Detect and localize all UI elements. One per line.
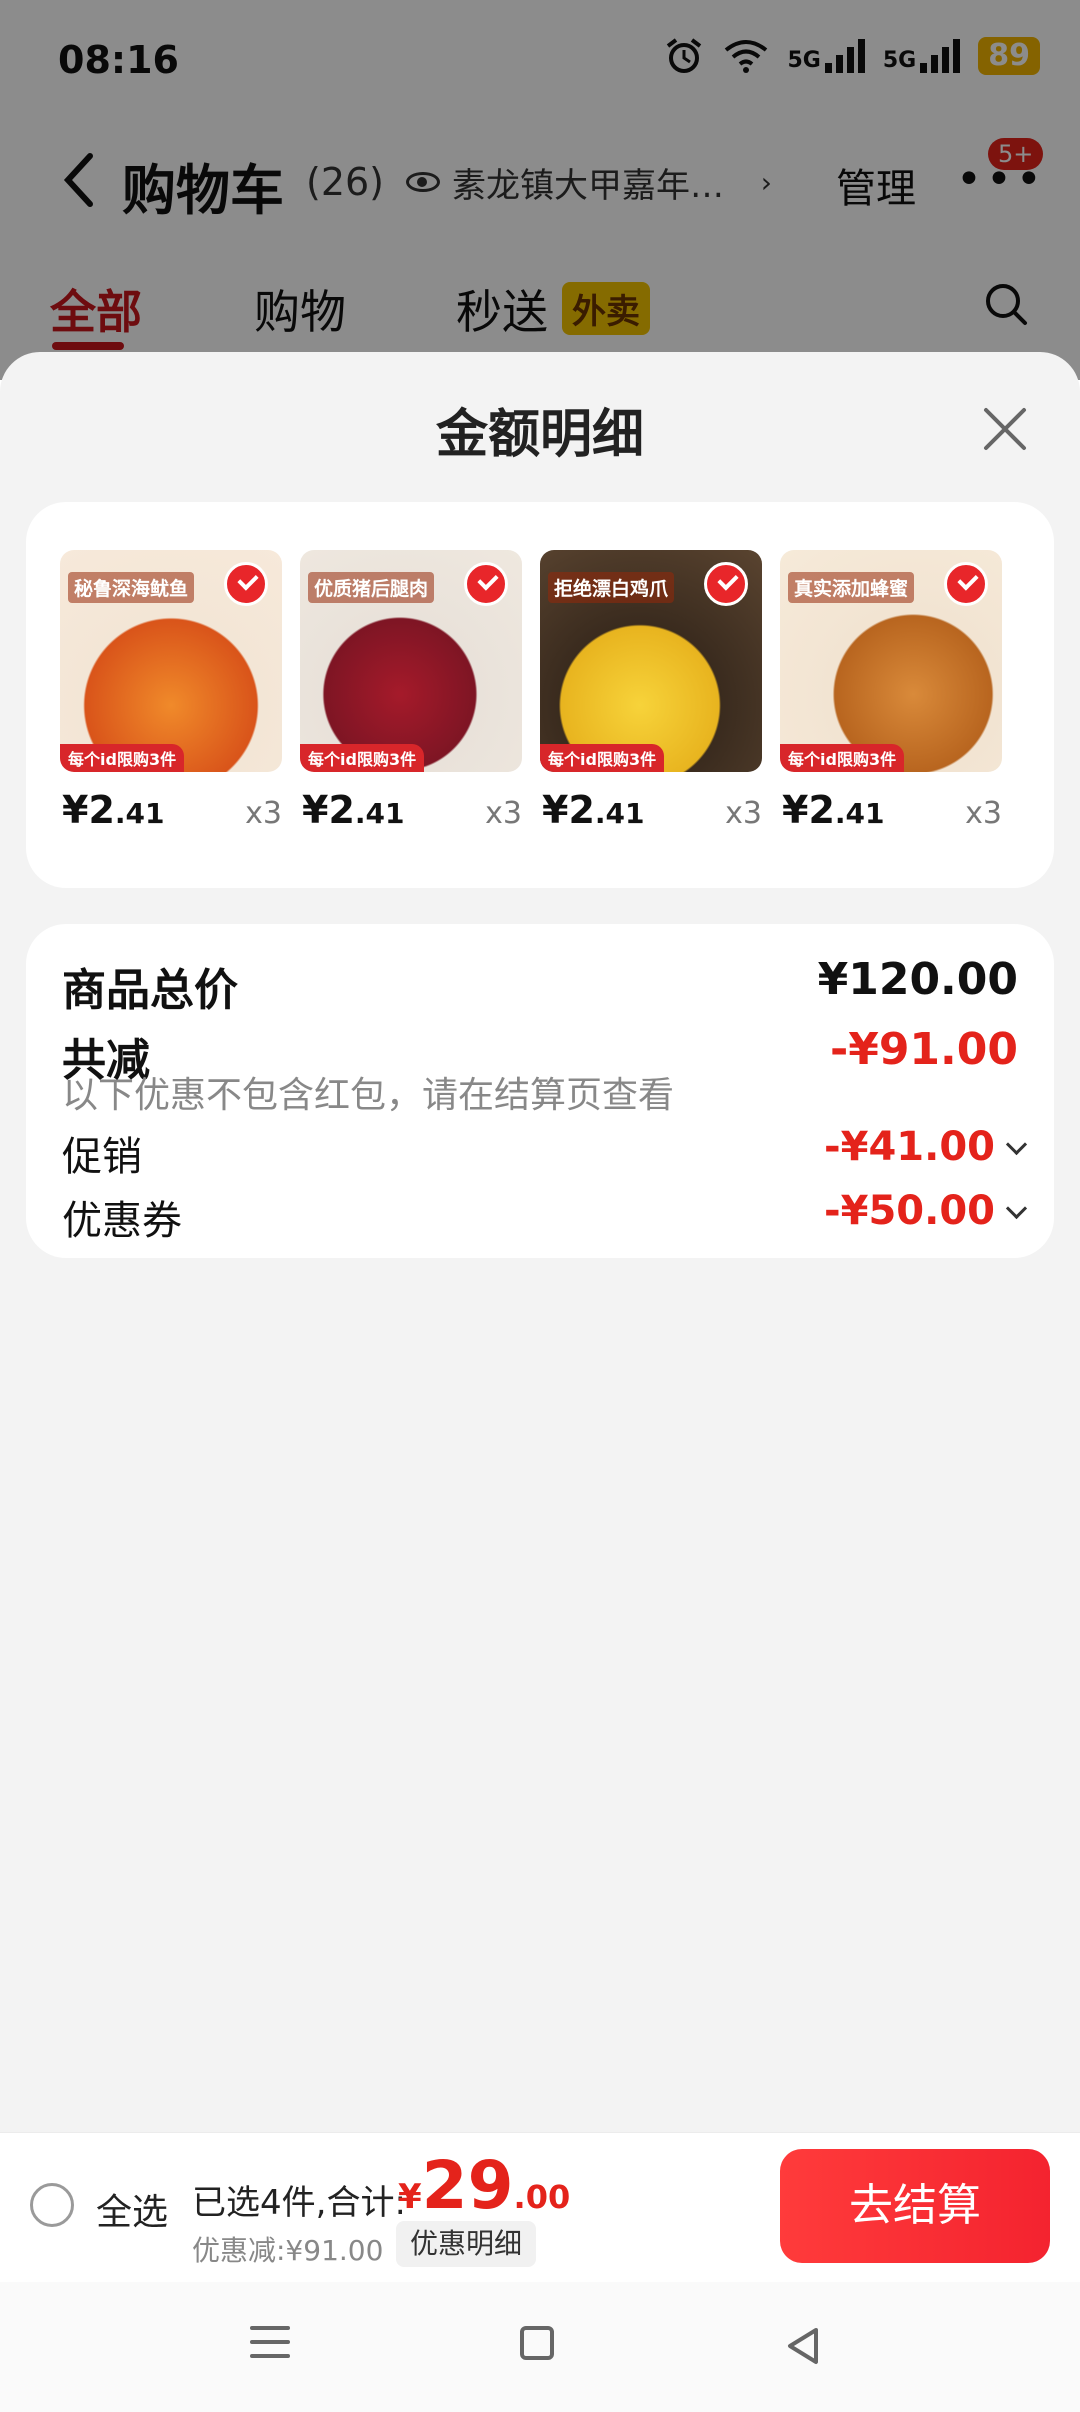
product-title: 优质猪后腿肉 <box>308 572 435 603</box>
system-navigation-bar <box>0 2282 1080 2412</box>
total-integer: 29 <box>421 2147 514 2224</box>
price-integer: ¥2 <box>62 788 115 832</box>
selected-products-card: 秘鲁深海鱿鱼 每个id限购3件 ¥2.41 x3 优质猪后腿肉 每个id限购3件… <box>26 502 1054 888</box>
selected-count-text: 已选4件,合计: <box>192 2183 406 2223</box>
coupon-value: -¥50.00 <box>824 1188 995 1234</box>
product-image: 秘鲁深海鱿鱼 每个id限购3件 <box>60 550 282 772</box>
product-price: ¥2.41 <box>62 788 165 832</box>
product-title: 拒绝漂白鸡爪 <box>548 572 675 603</box>
total-decimal: .00 <box>513 2178 571 2216</box>
price-decimal: .41 <box>114 797 165 830</box>
promotion-value: -¥41.00 <box>824 1124 995 1170</box>
checked-icon <box>224 562 268 606</box>
price-integer: ¥2 <box>302 788 355 832</box>
price-integer: ¥2 <box>782 788 835 832</box>
purchase-limit-label: 每个id限购3件 <box>300 744 425 772</box>
total-currency: ¥ <box>398 2177 422 2217</box>
total-price: ¥29.00 <box>398 2147 570 2224</box>
price-decimal: .41 <box>594 797 645 830</box>
back-triangle-icon[interactable] <box>784 2326 824 2366</box>
purchase-limit-label: 每个id限购3件 <box>60 744 185 772</box>
amount-detail-sheet: 金额明细 秘鲁深海鱿鱼 每个id限购3件 ¥2.41 x3 优质猪后腿肉 每个i… <box>0 352 1080 2136</box>
coupon-label: 优惠券 <box>62 1198 182 1244</box>
product-item[interactable]: 优质猪后腿肉 每个id限购3件 ¥2.41 x3 <box>300 550 522 840</box>
product-image: 真实添加蜂蜜 每个id限购3件 <box>780 550 1002 772</box>
purchase-limit-label: 每个id限购3件 <box>540 744 665 772</box>
checked-icon <box>464 562 508 606</box>
discount-text: 优惠减:¥91.00 <box>192 2234 384 2267</box>
product-quantity: x3 <box>245 796 282 831</box>
home-icon[interactable] <box>520 2326 554 2360</box>
product-image: 优质猪后腿肉 每个id限购3件 <box>300 550 522 772</box>
product-title: 真实添加蜂蜜 <box>788 572 915 603</box>
promotion-label: 促销 <box>62 1134 142 1180</box>
sheet-title: 金额明细 <box>435 405 644 465</box>
product-image: 拒绝漂白鸡爪 每个id限购3件 <box>540 550 762 772</box>
menu-icon[interactable] <box>250 2326 290 2368</box>
goods-total-label: 商品总价 <box>62 965 238 1016</box>
product-item[interactable]: 真实添加蜂蜜 每个id限购3件 ¥2.41 x3 <box>780 550 1002 840</box>
purchase-limit-label: 每个id限购3件 <box>780 744 905 772</box>
price-decimal: .41 <box>354 797 405 830</box>
product-item[interactable]: 秘鲁深海鱿鱼 每个id限购3件 ¥2.41 x3 <box>60 550 282 840</box>
chevron-down-icon <box>1005 1133 1028 1156</box>
product-quantity: x3 <box>965 796 1002 831</box>
product-quantity: x3 <box>485 796 522 831</box>
modal-overlay[interactable] <box>0 0 1080 380</box>
close-icon[interactable] <box>980 404 1030 454</box>
product-price: ¥2.41 <box>302 788 405 832</box>
checkout-button[interactable]: 去结算 <box>780 2149 1050 2263</box>
checked-icon <box>704 562 748 606</box>
price-decimal: .41 <box>834 797 885 830</box>
product-price: ¥2.41 <box>542 788 645 832</box>
promotion-row[interactable]: -¥41.00 <box>824 1124 1028 1170</box>
reduction-note: 以下优惠不包含红包，请在结算页查看 <box>62 1075 675 1116</box>
checked-icon <box>944 562 988 606</box>
product-price: ¥2.41 <box>782 788 885 832</box>
checkout-bar: 全选 已选4件,合计: ¥29.00 优惠减:¥91.00 优惠明细 去结算 <box>0 2132 1080 2281</box>
select-all-checkbox[interactable] <box>30 2183 74 2227</box>
discount-detail-button[interactable]: 优惠明细 <box>396 2221 537 2267</box>
product-title: 秘鲁深海鱿鱼 <box>68 572 195 603</box>
product-item[interactable]: 拒绝漂白鸡爪 每个id限购3件 ¥2.41 x3 <box>540 550 762 840</box>
price-integer: ¥2 <box>542 788 595 832</box>
price-summary-card: 商品总价 ¥120.00 共减 -¥91.00 以下优惠不包含红包，请在结算页查… <box>26 924 1054 1258</box>
product-quantity: x3 <box>725 796 762 831</box>
chevron-down-icon <box>1005 1197 1028 1220</box>
total-reduction-value: -¥91.00 <box>829 1024 1018 1075</box>
select-all-label[interactable]: 全选 <box>96 2183 168 2235</box>
coupon-row[interactable]: -¥50.00 <box>824 1188 1028 1234</box>
goods-total-value: ¥120.00 <box>817 954 1018 1005</box>
